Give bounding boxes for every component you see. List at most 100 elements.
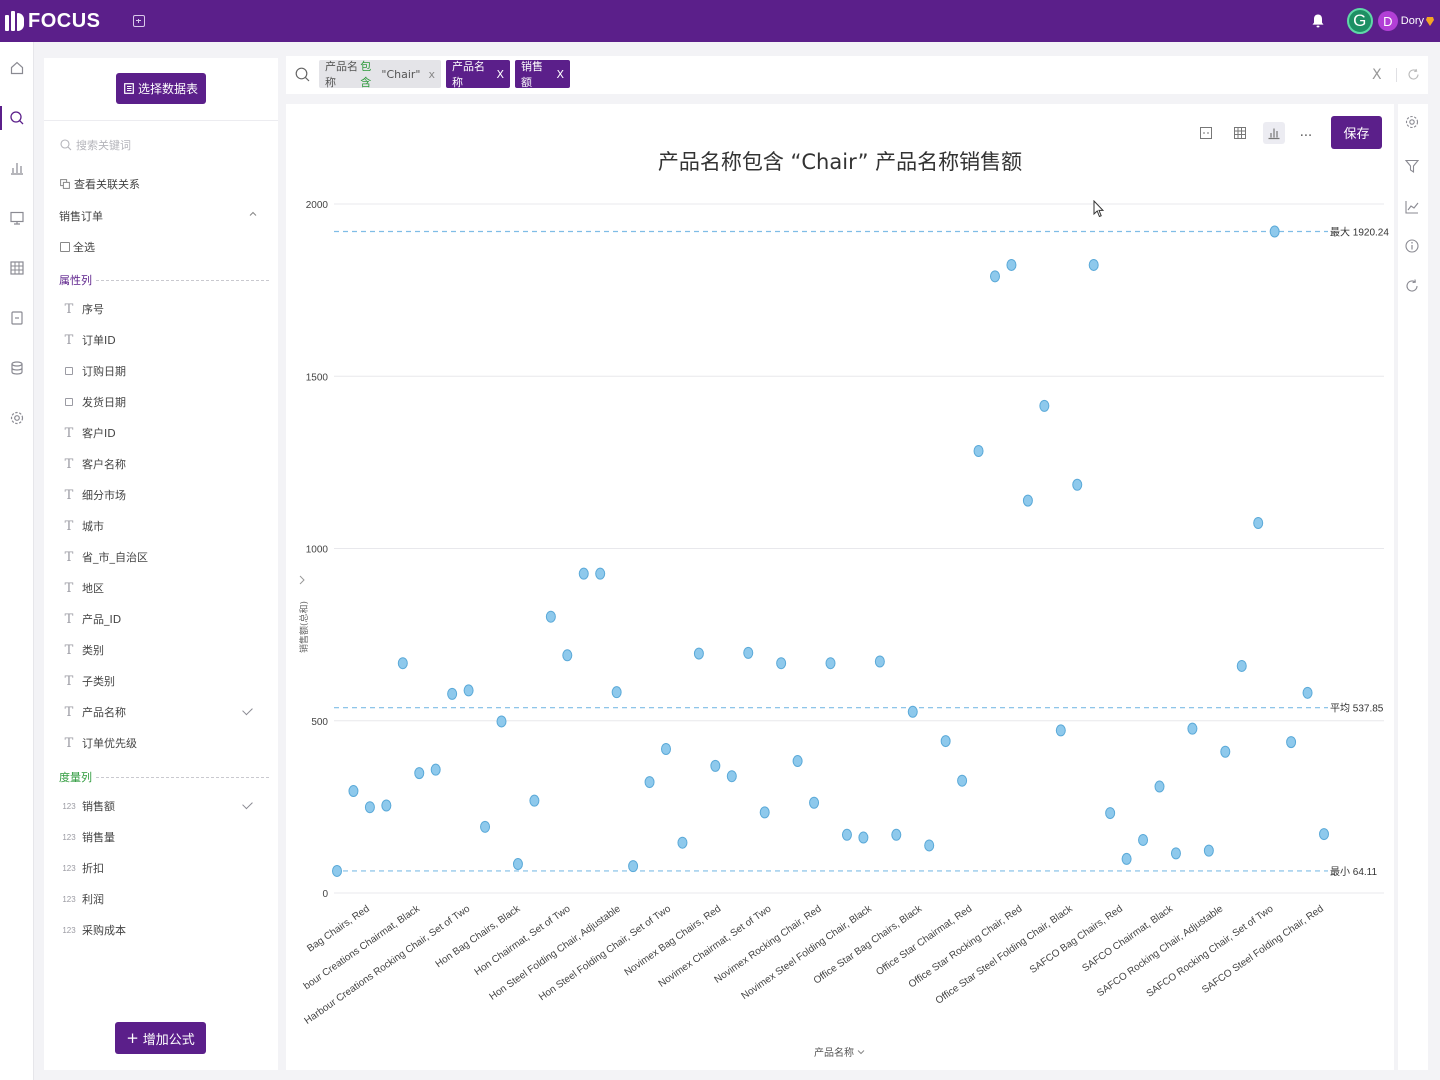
info-icon[interactable]	[1404, 238, 1420, 254]
measure-chip[interactable]: 销售额 X	[515, 60, 570, 89]
select-all-checkbox[interactable]: 全选	[60, 239, 95, 255]
field-item[interactable]: T 客户名称	[62, 456, 262, 472]
field-item[interactable]: 123 采购成本	[62, 922, 262, 938]
field-item[interactable]: T 地区	[62, 580, 262, 596]
field-label: 省_市_自治区	[82, 551, 148, 564]
data-point	[693, 647, 704, 660]
data-point	[1302, 686, 1313, 699]
field-label: 订单ID	[82, 334, 116, 347]
number-icon: 123	[62, 832, 76, 842]
nav-document[interactable]	[0, 302, 34, 334]
field-item[interactable]: 发货日期	[62, 394, 262, 410]
settings-icon	[10, 411, 24, 425]
search-bar[interactable]: 产品名称 包含 "Chair" x 产品名称 X 销售额 X X	[286, 56, 1428, 94]
data-point	[595, 567, 606, 580]
data-point	[463, 684, 474, 697]
chart-view-button[interactable]	[1263, 121, 1285, 144]
nav-table[interactable]	[0, 252, 34, 284]
remove-filter-icon[interactable]: x	[428, 68, 435, 81]
field-item[interactable]: 123 销售量	[62, 829, 262, 845]
filter-chip[interactable]: 产品名称 包含 "Chair" x	[319, 60, 441, 89]
data-point	[661, 742, 671, 755]
filter-field: 产品名称	[325, 60, 358, 89]
data-point	[578, 567, 589, 580]
nav-charts[interactable]	[0, 152, 34, 184]
data-point	[529, 794, 540, 807]
field-label: 产品_ID	[82, 613, 122, 626]
notification-bell-icon[interactable]	[1311, 13, 1325, 29]
select-table-button[interactable]: 选择数据表	[116, 73, 206, 104]
field-item[interactable]: 123 销售额	[62, 798, 262, 814]
number-icon: 123	[62, 925, 76, 935]
field-panel: 选择数据表 搜索关键词 查看关联关系 销售订单 全选 属性列 T 序号 T 订单ID 订…	[44, 58, 278, 1070]
field-item[interactable]: T 省_市_自治区	[62, 549, 262, 565]
user-avatar-d[interactable]: D	[1377, 11, 1398, 31]
data-point	[1022, 494, 1033, 507]
calendar-icon	[65, 398, 73, 406]
focus-logo[interactable]: FOCUS	[5, 10, 101, 33]
field-label: 折扣	[82, 862, 104, 875]
x-axis-title[interactable]: 产品名称	[814, 1044, 865, 1059]
nav-data[interactable]	[0, 352, 34, 384]
data-point	[1006, 258, 1017, 271]
nav-search[interactable]	[0, 102, 34, 134]
x-tick-label: Hon Bag Chairs, Black	[434, 903, 524, 970]
chart-info-button[interactable]	[1195, 122, 1217, 144]
search-icon	[295, 67, 310, 82]
more-options-button[interactable]: ...	[1297, 125, 1315, 140]
user-avatar-g[interactable]: G	[1346, 8, 1373, 34]
text-type-icon: T	[64, 580, 74, 596]
remove-dimension-icon[interactable]: X	[496, 68, 504, 81]
x-tick-label: Novimex Bag Chairs, Red	[623, 903, 724, 978]
data-point	[710, 759, 721, 772]
nav-home[interactable]	[0, 52, 34, 84]
table-view-button[interactable]	[1229, 122, 1251, 144]
settings-icon[interactable]	[1404, 114, 1420, 130]
add-formula-button[interactable]: + 增加公式	[115, 1022, 206, 1054]
measures-header-label: 度量列	[59, 771, 92, 784]
attributes-section-header: 属性列	[59, 272, 269, 288]
field-label: 销售额	[82, 800, 115, 813]
new-tab-icon[interactable]	[132, 15, 145, 27]
field-label: 利润	[82, 893, 104, 906]
field-item[interactable]: T 订单优先级	[62, 735, 262, 751]
field-item[interactable]: T 序号	[62, 301, 262, 317]
field-label: 客户名称	[82, 458, 126, 471]
dimension-chip[interactable]: 产品名称 X	[446, 60, 510, 89]
data-point	[990, 270, 1000, 283]
field-item[interactable]: T 订单ID	[62, 332, 262, 348]
field-search-input[interactable]: 搜索关键词	[60, 137, 131, 153]
field-item[interactable]: T 子类别	[62, 673, 262, 689]
x-tick-label: Office Star Chairmat, Red	[874, 903, 974, 978]
field-item[interactable]: T 类别	[62, 642, 262, 658]
chevron-up-icon[interactable]	[249, 210, 257, 218]
field-label: 类别	[82, 644, 104, 657]
field-item[interactable]: 123 利润	[62, 891, 262, 907]
nav-dashboard[interactable]	[0, 202, 34, 234]
refresh-icon[interactable]	[1407, 68, 1420, 81]
field-item[interactable]: T 客户ID	[62, 425, 262, 441]
nav-settings[interactable]	[0, 402, 34, 434]
refresh-icon[interactable]	[1404, 278, 1420, 294]
save-button[interactable]: 保存	[1331, 116, 1382, 149]
user-name[interactable]: Dory	[1401, 15, 1424, 27]
data-point	[332, 864, 342, 877]
field-item[interactable]: T 产品名称	[62, 704, 262, 720]
field-label: 采购成本	[82, 924, 126, 937]
vip-gem-icon	[1426, 16, 1434, 26]
field-item[interactable]: T 细分市场	[62, 487, 262, 503]
chevron-right-icon	[299, 575, 305, 585]
filter-icon[interactable]	[1404, 158, 1420, 174]
data-point	[1253, 517, 1264, 530]
field-item[interactable]: T 城市	[62, 518, 262, 534]
trend-line-icon[interactable]	[1404, 199, 1420, 215]
field-item[interactable]: 订购日期	[62, 363, 262, 379]
y-tick-label: 0	[322, 889, 328, 900]
dashboard-icon	[10, 211, 24, 225]
clear-search-button[interactable]: X	[1372, 67, 1382, 83]
field-item[interactable]: 123 折扣	[62, 860, 262, 876]
data-point	[562, 649, 573, 662]
remove-measure-icon[interactable]: X	[556, 68, 564, 81]
view-relations-link[interactable]: 查看关联关系	[60, 176, 140, 192]
field-item[interactable]: T 产品_ID	[62, 611, 262, 627]
